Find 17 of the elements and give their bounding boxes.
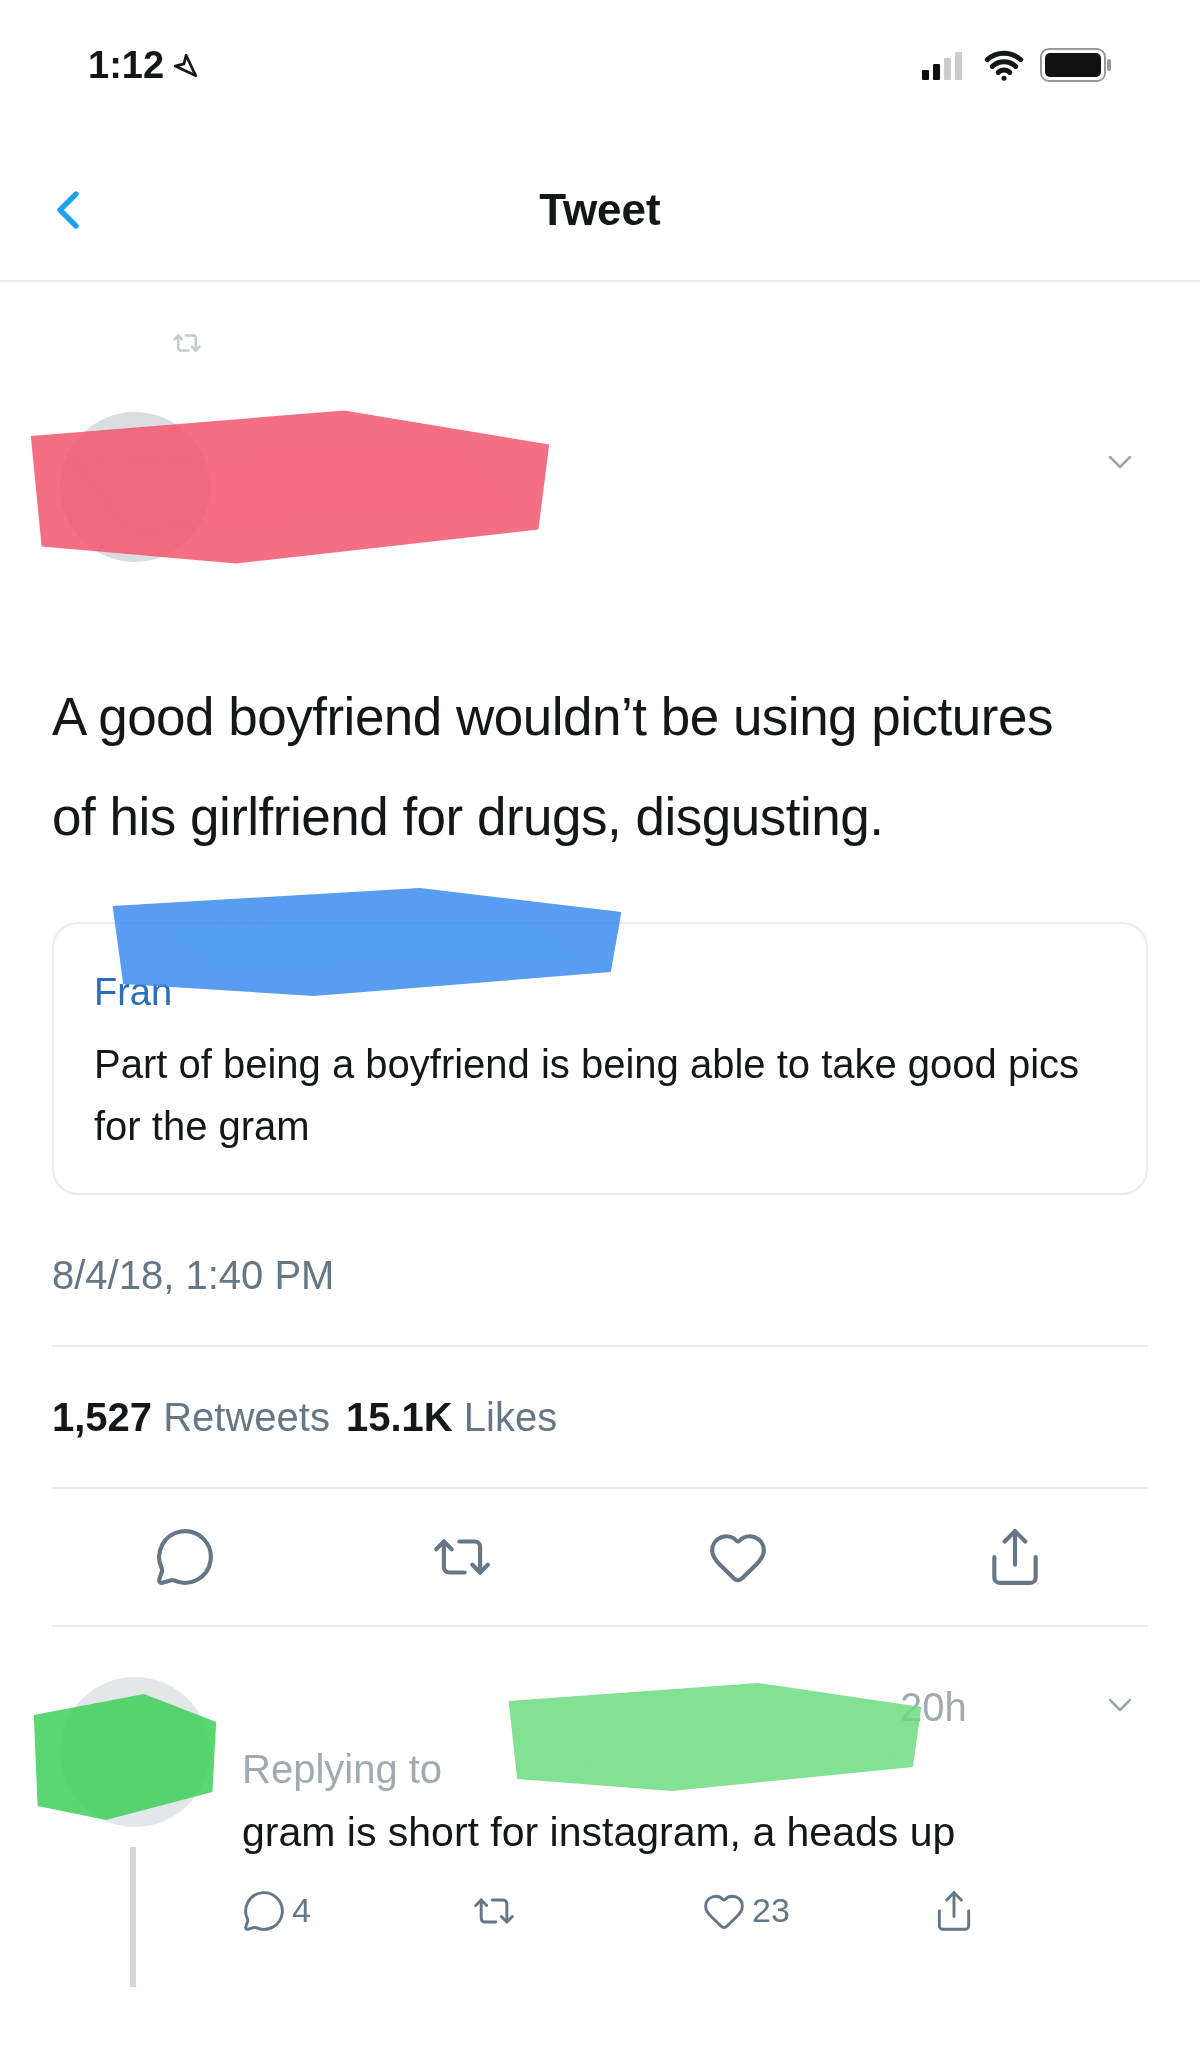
engagement-stat[interactable]: 15.1K Likes <box>346 1387 558 1447</box>
reply-time: 20h <box>900 1684 967 1731</box>
battery-icon <box>1040 48 1112 82</box>
reply-icon[interactable] <box>154 1526 216 1588</box>
reply-icon[interactable] <box>242 1888 286 1933</box>
timestamp: 8/4/18, 1:40 PM <box>52 1252 336 1299</box>
quoted-author-name: Fran <box>94 970 174 1015</box>
location-icon <box>172 52 199 78</box>
screen-title: Tweet <box>539 184 661 236</box>
replying-to-label: Replying to <box>242 1746 443 1793</box>
action-count: 23 <box>752 1890 790 1931</box>
reply-text: gram is short for instagram, a heads up <box>242 1808 956 1857</box>
quoted-tweet-text: Part of being a boyfriend is being able to take good pics for the gram <box>94 1041 1081 1150</box>
status-time: 1:12 <box>88 42 165 88</box>
tweet-text: A good boyfriend wouldn’t be using pictures of his girlfriend for drugs, disgusting. <box>52 686 1054 848</box>
engagement-stat[interactable]: 1,527 Retweets <box>52 1387 330 1447</box>
action-count: 4 <box>292 1890 311 1931</box>
